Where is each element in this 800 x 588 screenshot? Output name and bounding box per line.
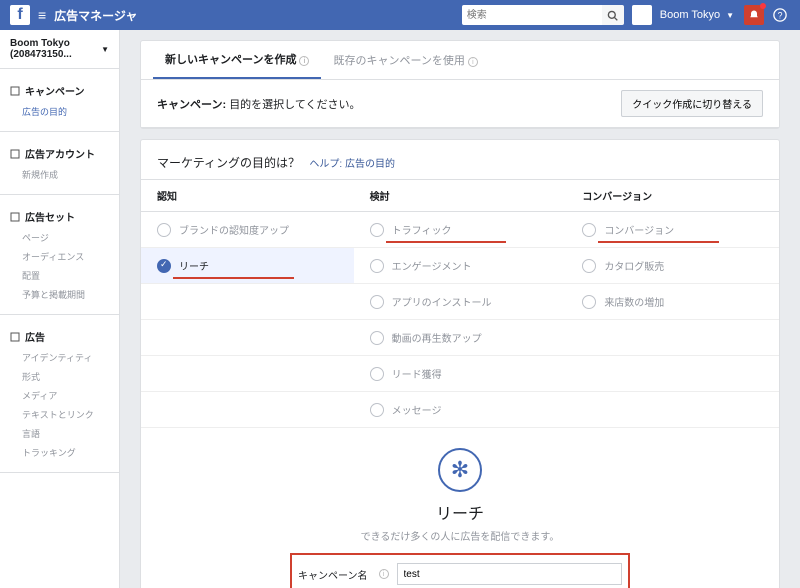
nav-item[interactable]: ページ [0,228,119,247]
account-square-icon[interactable] [632,5,652,25]
help-icon[interactable]: ? [770,5,790,25]
nav-item[interactable]: テキストとリンク [0,405,119,424]
quick-create-button[interactable]: クイック作成に切り替える [621,90,763,117]
search-box [462,5,624,25]
search-icon [607,10,618,21]
objective-radio-icon [370,367,384,381]
bell-icon [748,9,760,21]
nav-group-header[interactable]: 広告セット [0,205,119,228]
objective-label: 動画の再生数アップ [392,330,482,345]
nav-item[interactable]: 配置 [0,266,119,285]
objective-option[interactable]: ブランドの認知度アップ [141,212,354,247]
objective-col-header: コンバージョン [566,180,779,212]
campaign-row: キャンペーン: 目的を選択してください。 クイック作成に切り替える [141,80,779,128]
campaign-name-label: キャンペーン名 [298,567,368,582]
reach-title: リーチ [161,500,759,524]
objective-label: 来店数の増加 [604,294,664,309]
app-title: 広告マネージャ [54,7,137,24]
nav-item[interactable]: オーディエンス [0,247,119,266]
search-input[interactable] [462,5,602,25]
menu-icon[interactable]: ≡ [38,7,46,23]
info-icon: i [299,56,309,66]
chevron-down-icon[interactable]: ▼ [726,11,734,20]
account-name[interactable]: Boom Tokyo [660,9,720,21]
tab-new-campaign[interactable]: 新しいキャンペーンを作成i [153,41,321,79]
objective-option[interactable]: リーチ [141,248,354,283]
nav-item[interactable]: 新規作成 [0,165,119,184]
objective-label: カタログ販売 [604,258,664,273]
objective-radio-icon [582,223,596,237]
facebook-logo[interactable]: f [10,5,30,25]
objective-option[interactable]: コンバージョン [566,212,779,247]
campaign-name-box: キャンペーン名 i [290,553,630,588]
nav-group-header[interactable]: 広告 [0,325,119,348]
tab-existing-campaign[interactable]: 既存のキャンペーンを使用i [321,42,489,78]
nav-item[interactable]: メディア [0,386,119,405]
objective-option[interactable]: メッセージ [354,392,567,427]
nav-item[interactable]: トラッキング [0,443,119,462]
objective-heading: マーケティングの目的は？ ヘルプ: 広告の目的 [141,140,779,179]
nav-group-header[interactable]: 広告アカウント [0,142,119,165]
objective-radio-icon [370,295,384,309]
objective-label: コンバージョン [604,222,674,237]
objective-table: 認知検討コンバージョン ブランドの認知度アップトラフィックコンバージョンリーチエ… [141,179,779,428]
objective-radio-icon [370,223,384,237]
main-content: 新しいキャンペーンを作成i 既存のキャンペーンを使用i キャンペーン: 目的を選… [120,30,800,588]
objective-label: アプリのインストール [392,294,492,309]
svg-text:?: ? [778,11,783,21]
objective-label: エンゲージメント [392,258,472,273]
objective-radio-icon [370,403,384,417]
chevron-down-icon: ▼ [101,45,109,54]
objective-label: リード獲得 [392,366,442,381]
objective-col-header: 検討 [354,180,567,212]
campaign-label-bold: キャンペーン: [157,99,226,111]
objective-option[interactable]: 来店数の増加 [566,284,779,319]
objective-label: トラフィック [392,222,452,237]
nav-group-header[interactable]: キャンペーン [0,79,119,102]
objective-label: リーチ [179,258,209,273]
nav-item[interactable]: 言語 [0,424,119,443]
campaign-label-rest: 目的を選択してください。 [229,99,360,111]
nav-item[interactable]: 形式 [0,367,119,386]
nav-item[interactable]: 予算と掲載期間 [0,285,119,304]
objective-label: ブランドの認知度アップ [179,222,289,237]
objective-option[interactable]: トラフィック [354,212,567,247]
objective-option[interactable]: アプリのインストール [354,284,567,319]
objective-option[interactable]: エンゲージメント [354,248,567,283]
reach-subtitle: できるだけ多くの人に広告を配信できます。 [161,528,759,543]
objective-option[interactable]: 動画の再生数アップ [354,320,567,355]
objective-radio-icon [370,259,384,273]
objective-radio-icon [370,331,384,345]
tabs: 新しいキャンペーンを作成i 既存のキャンペーンを使用i [141,41,779,80]
objective-radio-icon [582,295,596,309]
account-selector-label: Boom Tokyo (208473150... [10,38,101,60]
nav-item[interactable]: アイデンティティ [0,348,119,367]
notification-icon[interactable] [744,5,764,25]
objective-col-header: 認知 [141,180,354,212]
objective-label: メッセージ [392,402,442,417]
sidebar: Boom Tokyo (208473150... ▼ キャンペーン広告の目的広告… [0,30,120,588]
objective-radio-icon [157,223,171,237]
campaign-name-input[interactable] [397,563,623,585]
info-icon: i [379,569,389,579]
reach-section: ✻ リーチ できるだけ多くの人に広告を配信できます。 キャンペーン名 i ⚗A/… [141,428,779,588]
objective-option[interactable]: リード獲得 [354,356,567,391]
help-link[interactable]: ヘルプ: 広告の目的 [309,159,395,170]
objective-radio-icon [582,259,596,273]
account-selector[interactable]: Boom Tokyo (208473150... ▼ [0,30,119,69]
info-icon: i [468,57,478,67]
nav-item[interactable]: 広告の目的 [0,102,119,121]
search-button[interactable] [602,5,624,25]
objective-radio-icon [157,259,171,273]
objective-option[interactable]: カタログ販売 [566,248,779,283]
reach-icon: ✻ [438,448,482,492]
topbar: f ≡ 広告マネージャ Boom Tokyo ▼ ? [0,0,800,30]
